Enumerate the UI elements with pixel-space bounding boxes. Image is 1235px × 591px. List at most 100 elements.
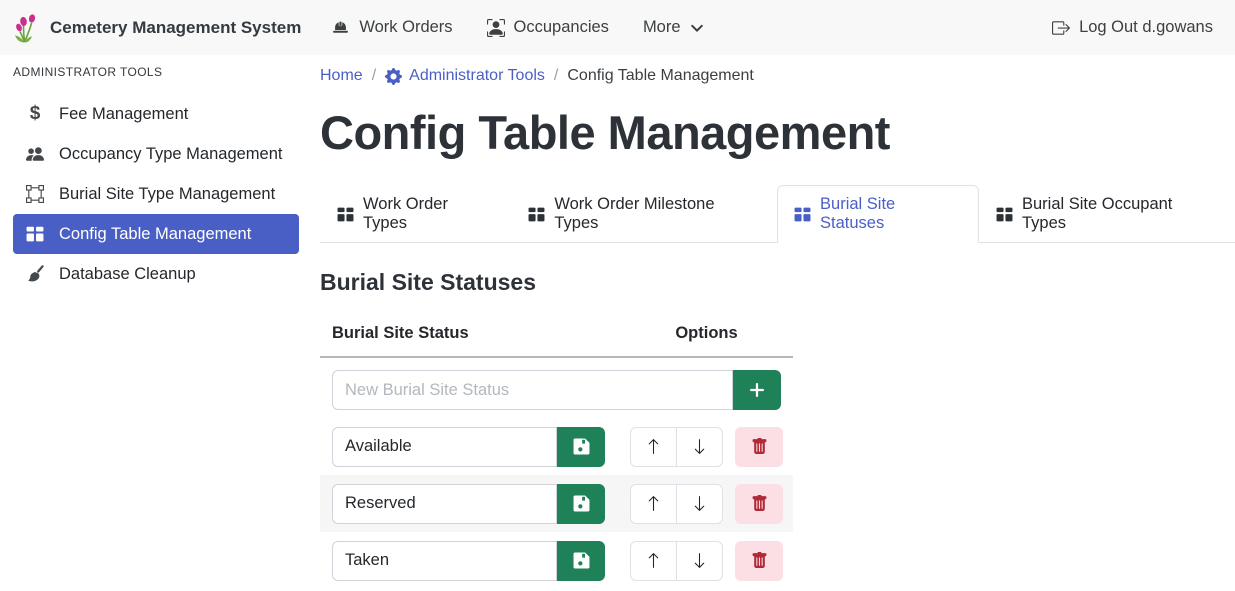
tab-work-order-types[interactable]: Work Order Types (320, 185, 511, 243)
table-header-row: Burial Site Status Options (320, 314, 793, 357)
top-navbar: Cemetery Management System Work Orders O… (0, 0, 1235, 55)
sidebar-item-fee-management[interactable]: $ Fee Management (13, 94, 299, 134)
reorder-button-group (630, 484, 723, 524)
reorder-button-group (630, 541, 723, 581)
tab-burial-site-occupant-types[interactable]: Burial Site Occupant Types (979, 185, 1235, 243)
brand-link[interactable]: Cemetery Management System (14, 13, 301, 43)
nav-item-occupancies[interactable]: Occupancies (487, 18, 609, 37)
tab-label: Burial Site Occupant Types (1022, 195, 1218, 233)
people-icon (24, 145, 46, 163)
sidebar-item-label: Fee Management (59, 105, 188, 124)
nav-item-label: More (643, 18, 681, 37)
reorder-button-group (630, 427, 723, 467)
arrow-down-icon (691, 552, 708, 569)
column-header-options: Options (620, 314, 793, 357)
save-icon (573, 552, 590, 569)
table-row (320, 475, 793, 532)
trash-icon (751, 438, 768, 455)
sidebar-item-occupancy-type-management[interactable]: Occupancy Type Management (13, 134, 299, 174)
options-cell (620, 418, 793, 475)
arrow-down-icon (691, 495, 708, 512)
tab-label: Burial Site Statuses (820, 195, 962, 233)
arrow-up-icon (645, 438, 662, 455)
move-up-button[interactable] (630, 427, 677, 467)
broom-icon (24, 265, 46, 283)
trash-icon (751, 495, 768, 512)
table-row (320, 418, 793, 475)
new-status-row (320, 357, 793, 418)
person-bounding-box-icon (487, 19, 505, 37)
tab-label: Work Order Milestone Types (554, 195, 760, 233)
status-table: Burial Site Status Options (320, 314, 793, 589)
status-cell (320, 475, 620, 532)
main-content: Home / Administrator Tools / Config Tabl… (320, 55, 1235, 591)
breadcrumb-separator: / (554, 65, 558, 87)
nav-item-label: Work Orders (359, 18, 452, 37)
options-cell (620, 475, 793, 532)
status-name-input[interactable] (332, 541, 557, 581)
column-header-status: Burial Site Status (320, 314, 620, 357)
tulip-logo-icon (14, 13, 40, 43)
table-icon (996, 206, 1013, 223)
tab-work-order-milestone-types[interactable]: Work Order Milestone Types (511, 185, 777, 243)
page-title: Config Table Management (320, 102, 1235, 164)
table-icon (528, 206, 545, 223)
table-icon (337, 206, 354, 223)
box-arrow-right-icon (1052, 19, 1070, 37)
nav-item-work-orders[interactable]: Work Orders (331, 18, 452, 37)
sidebar-item-label: Occupancy Type Management (59, 145, 283, 164)
save-icon (573, 495, 590, 512)
save-button[interactable] (557, 484, 605, 524)
arrow-up-icon (645, 552, 662, 569)
save-button[interactable] (557, 541, 605, 581)
sidebar-item-config-table-management[interactable]: Config Table Management (13, 214, 299, 254)
tab-label: Work Order Types (363, 195, 494, 233)
sidebar-item-burial-site-type-management[interactable]: Burial Site Type Management (13, 174, 299, 214)
breadcrumb-home-link[interactable]: Home (320, 65, 363, 87)
new-status-cell (320, 357, 793, 418)
gear-icon (385, 68, 402, 85)
move-down-button[interactable] (676, 484, 723, 524)
table-icon (24, 225, 46, 243)
sidebar-item-database-cleanup[interactable]: Database Cleanup (13, 254, 299, 294)
status-name-input[interactable] (332, 427, 557, 467)
add-status-button[interactable] (733, 370, 781, 410)
delete-button[interactable] (735, 427, 783, 467)
hard-hat-icon (331, 19, 350, 36)
table-row (320, 532, 793, 589)
tab-burial-site-statuses[interactable]: Burial Site Statuses (777, 185, 979, 243)
breadcrumb-current: Config Table Management (567, 65, 754, 87)
tab-bar: Work Order Types Work Order Milestone Ty… (320, 185, 1235, 243)
nav-item-label: Occupancies (514, 18, 609, 37)
breadcrumb-administrator-tools-link[interactable]: Administrator Tools (385, 65, 545, 87)
sidebar-item-label: Burial Site Type Management (59, 185, 275, 204)
dollar-icon: $ (24, 103, 46, 125)
move-down-button[interactable] (676, 541, 723, 581)
chevron-down-icon (690, 21, 704, 35)
navbar-menu: Work Orders Occupancies More (331, 18, 703, 37)
arrow-down-icon (691, 438, 708, 455)
arrow-up-icon (645, 495, 662, 512)
plus-icon (748, 381, 766, 399)
new-status-input[interactable] (332, 370, 733, 410)
save-icon (573, 438, 590, 455)
breadcrumb-label: Administrator Tools (409, 65, 545, 87)
move-up-button[interactable] (630, 484, 677, 524)
save-button[interactable] (557, 427, 605, 467)
sidebar-item-label: Config Table Management (59, 225, 251, 244)
delete-button[interactable] (735, 541, 783, 581)
breadcrumb-label: Home (320, 65, 363, 87)
sidebar: ADMINISTRATOR TOOLS $ Fee Management Occ… (0, 55, 312, 294)
sidebar-heading: ADMINISTRATOR TOOLS (0, 65, 312, 79)
breadcrumb: Home / Administrator Tools / Config Tabl… (320, 65, 1235, 87)
status-name-input[interactable] (332, 484, 557, 524)
options-cell (620, 532, 793, 589)
logout-button[interactable]: Log Out d.gowans (1052, 18, 1213, 37)
nav-item-more[interactable]: More (643, 18, 704, 37)
logout-label: Log Out d.gowans (1079, 18, 1213, 37)
trash-icon (751, 552, 768, 569)
table-icon (794, 206, 811, 223)
delete-button[interactable] (735, 484, 783, 524)
move-up-button[interactable] (630, 541, 677, 581)
move-down-button[interactable] (676, 427, 723, 467)
